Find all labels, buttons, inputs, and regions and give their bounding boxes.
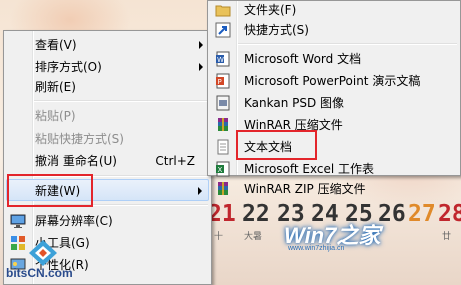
- menu-item-label: 粘贴(P): [35, 109, 76, 123]
- new-highlight-box: [7, 174, 93, 207]
- menu-item-view[interactable]: 查看(V): [6, 34, 209, 56]
- submenu-item-shortcut[interactable]: 快捷方式(S): [210, 19, 458, 41]
- menu-item-label: 屏幕分辨率(C): [35, 214, 113, 228]
- menu-item-label: 撤消 重命名(U): [35, 154, 117, 168]
- submenu-item-label: Microsoft Word 文档: [244, 52, 362, 66]
- submenu-item-powerpoint[interactable]: P Microsoft PowerPoint 演示文稿: [210, 70, 458, 92]
- menu-item-label: 刷新(E): [35, 80, 76, 94]
- menu-separator: [34, 100, 208, 102]
- submenu-item-label: Kankan PSD 图像: [244, 96, 345, 110]
- submenu-item-folder[interactable]: 文件夹(F): [210, 0, 458, 21]
- menu-item-label: 查看(V): [35, 38, 77, 52]
- menu-item-undo-rename[interactable]: 撤消 重命名(U) Ctrl+Z: [6, 150, 209, 172]
- submenu-item-label: Microsoft PowerPoint 演示文稿: [244, 74, 421, 88]
- win7-watermark: Win7之家 www.win7zhijia.cn: [284, 218, 444, 258]
- monitor-icon: [10, 213, 26, 229]
- text-document-icon: [215, 139, 231, 155]
- menu-item-paste[interactable]: 粘贴(P): [6, 105, 209, 127]
- submenu-item-label: 文件夹(F): [244, 3, 297, 17]
- excel-icon: X: [215, 161, 231, 177]
- menu-item-paste-shortcut[interactable]: 粘贴快捷方式(S): [6, 128, 209, 150]
- submenu-item-excel[interactable]: X Microsoft Excel 工作表: [210, 158, 458, 180]
- svg-text:X: X: [218, 166, 223, 174]
- bitscn-logo: bitsCN.com: [3, 238, 78, 283]
- menu-item-refresh[interactable]: 刷新(E): [6, 76, 209, 98]
- chevron-right-icon: [198, 187, 202, 195]
- powerpoint-icon: P: [215, 73, 231, 89]
- calendar-lunar: 十: [214, 232, 224, 242]
- calendar-day: 21: [208, 201, 236, 227]
- submenu-item-psd[interactable]: Kankan PSD 图像: [210, 92, 458, 114]
- submenu-item-label: Microsoft Excel 工作表: [244, 162, 375, 176]
- folder-icon: [215, 2, 231, 18]
- calendar-day: 22: [242, 201, 270, 227]
- word-icon: W: [215, 51, 231, 67]
- submenu-item-winrar-zip[interactable]: WinRAR ZIP 压缩文件: [210, 178, 458, 200]
- menu-separator: [238, 43, 457, 45]
- svg-text:W: W: [217, 56, 224, 64]
- submenu-item-word[interactable]: W Microsoft Word 文档: [210, 48, 458, 70]
- win7-url-text: www.win7zhijia.cn: [288, 245, 345, 252]
- shortcut-text: Ctrl+Z: [155, 154, 195, 168]
- submenu-item-label: WinRAR ZIP 压缩文件: [244, 182, 366, 196]
- winrar-zip-icon: [215, 181, 231, 197]
- menu-item-screen-resolution[interactable]: 屏幕分辨率(C): [6, 210, 209, 232]
- bitscn-text: bitsCN.com: [6, 266, 73, 280]
- menu-item-label: 粘贴快捷方式(S): [35, 132, 124, 146]
- shortcut-icon: [215, 22, 231, 38]
- svg-text:P: P: [218, 78, 222, 86]
- menu-item-sort[interactable]: 排序方式(O): [6, 56, 209, 78]
- chevron-right-icon: [199, 63, 203, 71]
- text-document-highlight-box: [236, 130, 317, 160]
- winrar-icon: [215, 117, 231, 133]
- submenu-item-label: 快捷方式(S): [244, 23, 309, 37]
- psd-icon: [215, 95, 231, 111]
- menu-item-label: 排序方式(O): [35, 60, 102, 74]
- calendar-lunar: 大暑: [244, 232, 263, 242]
- chevron-right-icon: [199, 41, 203, 49]
